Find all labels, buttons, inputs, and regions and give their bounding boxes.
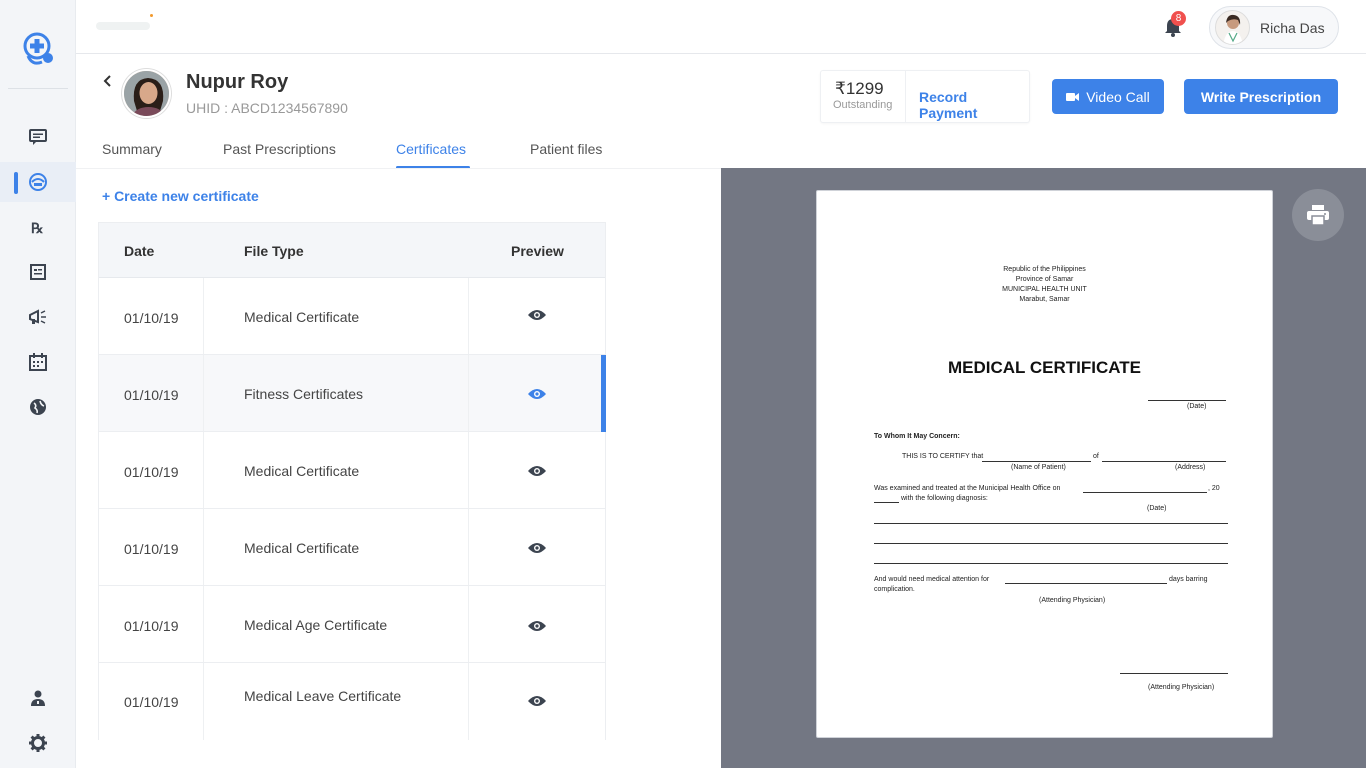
payment-box: ₹1299 Outstanding Record Payment [820,70,1030,123]
brand-dot [150,14,153,17]
sidebar-item-prescriptions[interactable]: ℞ [0,207,76,247]
patient-avatar [122,69,171,118]
document-header: Republic of the Philippines Province of … [1002,266,1087,303]
create-certificate-link[interactable]: + Create new certificate [102,188,259,204]
table-header: Date File Type Preview [99,223,605,278]
address-label: (Address) [1175,464,1206,471]
row-date: 01/10/19 [124,387,179,403]
table-row-selected[interactable]: 01/10/19 Fitness Certificates [99,355,606,432]
eye-icon[interactable] [527,387,547,401]
sidebar: ℞ [0,0,76,768]
user-name: Richa Das [1260,19,1325,36]
print-button[interactable] [1292,189,1344,241]
row-date: 01/10/19 [124,541,179,557]
tab-past-prescriptions[interactable]: Past Prescriptions [223,141,336,157]
tab-patient-files[interactable]: Patient files [530,141,602,157]
record-icon [30,264,46,280]
date-label-2: (Date) [1147,505,1167,512]
examined-text: Was examined and treated at the Municipa… [874,485,1061,492]
complication-text: complication. [874,586,915,593]
row-date: 01/10/19 [124,310,179,326]
selected-row-indicator [601,355,606,432]
megaphone-icon [29,309,46,324]
certificate-preview-panel: Republic of the Philippines Province of … [721,168,1366,768]
record-payment-button[interactable]: Record Payment [919,89,1029,121]
column-header-file-type: File Type [244,243,304,259]
calendar-icon [29,353,47,371]
certificate-document: Republic of the Philippines Province of … [816,190,1273,738]
outstanding-amount: ₹1299 [835,79,884,98]
sidebar-divider [8,88,68,89]
attention-text: And would need medical attention for [874,576,990,583]
gear-icon [29,734,47,752]
sidebar-item-web[interactable] [0,387,76,427]
row-file-type: Medical Certificate [244,463,360,479]
days-barring-text: days barring [1169,576,1208,583]
notification-badge: 8 [1171,11,1186,26]
patient-name: Nupur Roy [186,71,289,93]
eye-icon[interactable] [527,308,547,322]
sidebar-item-campaigns[interactable] [0,297,76,337]
row-file-type: Medical Certificate [244,309,360,325]
row-file-type: Medical Certificate [244,540,360,556]
svg-text:℞: ℞ [31,221,44,237]
eye-icon[interactable] [527,619,547,633]
signature-physician-label: (Attending Physician) [1148,684,1215,691]
table-row[interactable]: 01/10/19 Medical Certificate [99,278,605,355]
patient-icon [29,173,47,191]
chat-icon [29,129,47,145]
printer-icon [1307,205,1329,226]
sidebar-item-doctor[interactable] [0,678,76,718]
table-row[interactable]: 01/10/19 Medical Certificate [99,432,605,509]
attending-physician-label: (Attending Physician) [1039,597,1106,604]
brand-logo [96,12,156,40]
back-chevron-icon[interactable] [100,73,114,89]
sidebar-item-calendar[interactable] [0,342,76,382]
salutation: To Whom It May Concern: [874,433,960,440]
outstanding-label: Outstanding [833,99,893,111]
year-text: , 20 [1208,485,1220,492]
table-row[interactable]: 01/10/19 Medical Age Certificate [99,586,605,663]
column-header-preview: Preview [511,243,564,259]
tab-summary[interactable]: Summary [102,141,162,157]
globe-icon [30,399,46,415]
rx-icon: ℞ [31,221,44,237]
document-title: MEDICAL CERTIFICATE [948,358,1141,377]
sidebar-item-records[interactable] [0,252,76,292]
user-avatar [1215,10,1250,45]
tab-certificates[interactable]: Certificates [396,141,466,157]
video-call-button[interactable]: Video Call [1052,79,1164,114]
certificates-table: Date File Type Preview 01/10/19 Medical … [98,222,606,740]
app-logo-icon[interactable] [20,28,56,68]
name-of-patient-label: (Name of Patient) [1011,464,1066,471]
sidebar-item-messages[interactable] [0,117,76,157]
eye-icon[interactable] [527,541,547,555]
of-text: of [1093,453,1099,460]
sidebar-item-patients[interactable] [0,162,76,202]
row-date: 01/10/19 [124,694,179,710]
row-date: 01/10/19 [124,464,179,480]
eye-icon[interactable] [527,694,547,708]
tabs-divider [76,168,721,169]
video-call-label: Video Call [1086,88,1150,105]
sidebar-item-settings[interactable] [0,723,76,763]
row-file-type: Medical Leave Certificate [244,688,402,704]
row-file-type: Medical Age Certificate [244,617,388,633]
video-camera-icon [1066,92,1080,101]
table-row[interactable]: 01/10/19 Medical Certificate [99,509,605,586]
user-menu[interactable]: Richa Das [1209,6,1339,49]
write-prescription-button[interactable]: Write Prescription [1184,79,1338,114]
certify-text: THIS IS TO CERTIFY that [902,453,984,460]
row-file-type: Fitness Certificates [244,386,364,402]
patient-uhid: UHID : ABCD1234567890 [186,100,348,116]
diagnosis-text: with the following diagnosis: [901,495,988,502]
doctor-icon [31,690,45,706]
column-header-date: Date [124,243,155,259]
eye-icon[interactable] [527,464,547,478]
top-bar: 8 Richa Das [76,0,1366,54]
table-row[interactable]: 01/10/19 Medical Leave Certificate [99,663,605,740]
row-date: 01/10/19 [124,618,179,634]
date-label: (Date) [1187,403,1207,410]
payment-divider [905,71,906,122]
